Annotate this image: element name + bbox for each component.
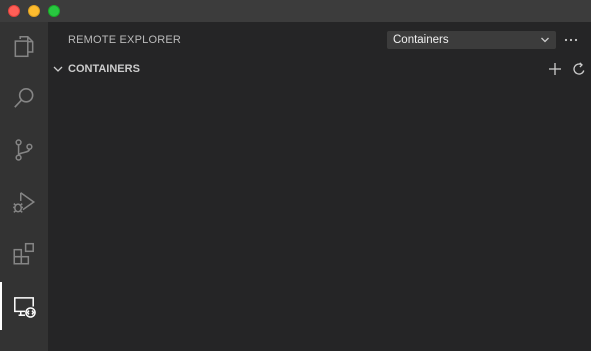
files-icon bbox=[14, 36, 34, 58]
add-icon bbox=[549, 63, 561, 75]
activity-item-run-debug[interactable] bbox=[0, 178, 48, 226]
activity-bar bbox=[0, 22, 48, 351]
window-maximize-button[interactable] bbox=[48, 5, 60, 17]
activity-item-extensions[interactable] bbox=[0, 230, 48, 278]
refresh-containers-button[interactable] bbox=[570, 60, 588, 78]
more-actions-button[interactable] bbox=[563, 31, 579, 49]
activity-item-search[interactable] bbox=[0, 74, 48, 122]
window-close-button[interactable] bbox=[8, 5, 20, 17]
sidebar: REMOTE EXPLORER Containers CONTAINERS bbox=[48, 22, 591, 351]
containers-section-title: CONTAINERS bbox=[68, 63, 140, 75]
sidebar-title: REMOTE EXPLORER bbox=[68, 34, 182, 46]
add-container-button[interactable] bbox=[546, 60, 564, 78]
run-debug-icon bbox=[13, 192, 36, 213]
vscode-window: REMOTE EXPLORER Containers CONTAINERS bbox=[0, 0, 591, 351]
remote-view-select[interactable]: Containers bbox=[387, 31, 556, 49]
activity-item-remote-explorer[interactable] bbox=[0, 282, 48, 330]
refresh-icon bbox=[573, 62, 585, 75]
chevron-down-icon bbox=[541, 37, 549, 43]
window-minimize-button[interactable] bbox=[28, 5, 40, 17]
remote-explorer-icon bbox=[14, 297, 36, 318]
activity-item-explorer[interactable] bbox=[0, 22, 48, 70]
extensions-icon bbox=[13, 242, 34, 265]
remote-view-select-value: Containers bbox=[393, 34, 449, 46]
activity-item-source-control[interactable] bbox=[0, 126, 48, 174]
source-control-icon bbox=[15, 139, 33, 161]
search-icon bbox=[14, 87, 34, 108]
containers-section-header[interactable]: CONTAINERS bbox=[48, 58, 591, 80]
chevron-down-icon[interactable] bbox=[52, 63, 64, 75]
title-bar bbox=[0, 0, 591, 22]
ellipsis-icon bbox=[564, 38, 578, 42]
